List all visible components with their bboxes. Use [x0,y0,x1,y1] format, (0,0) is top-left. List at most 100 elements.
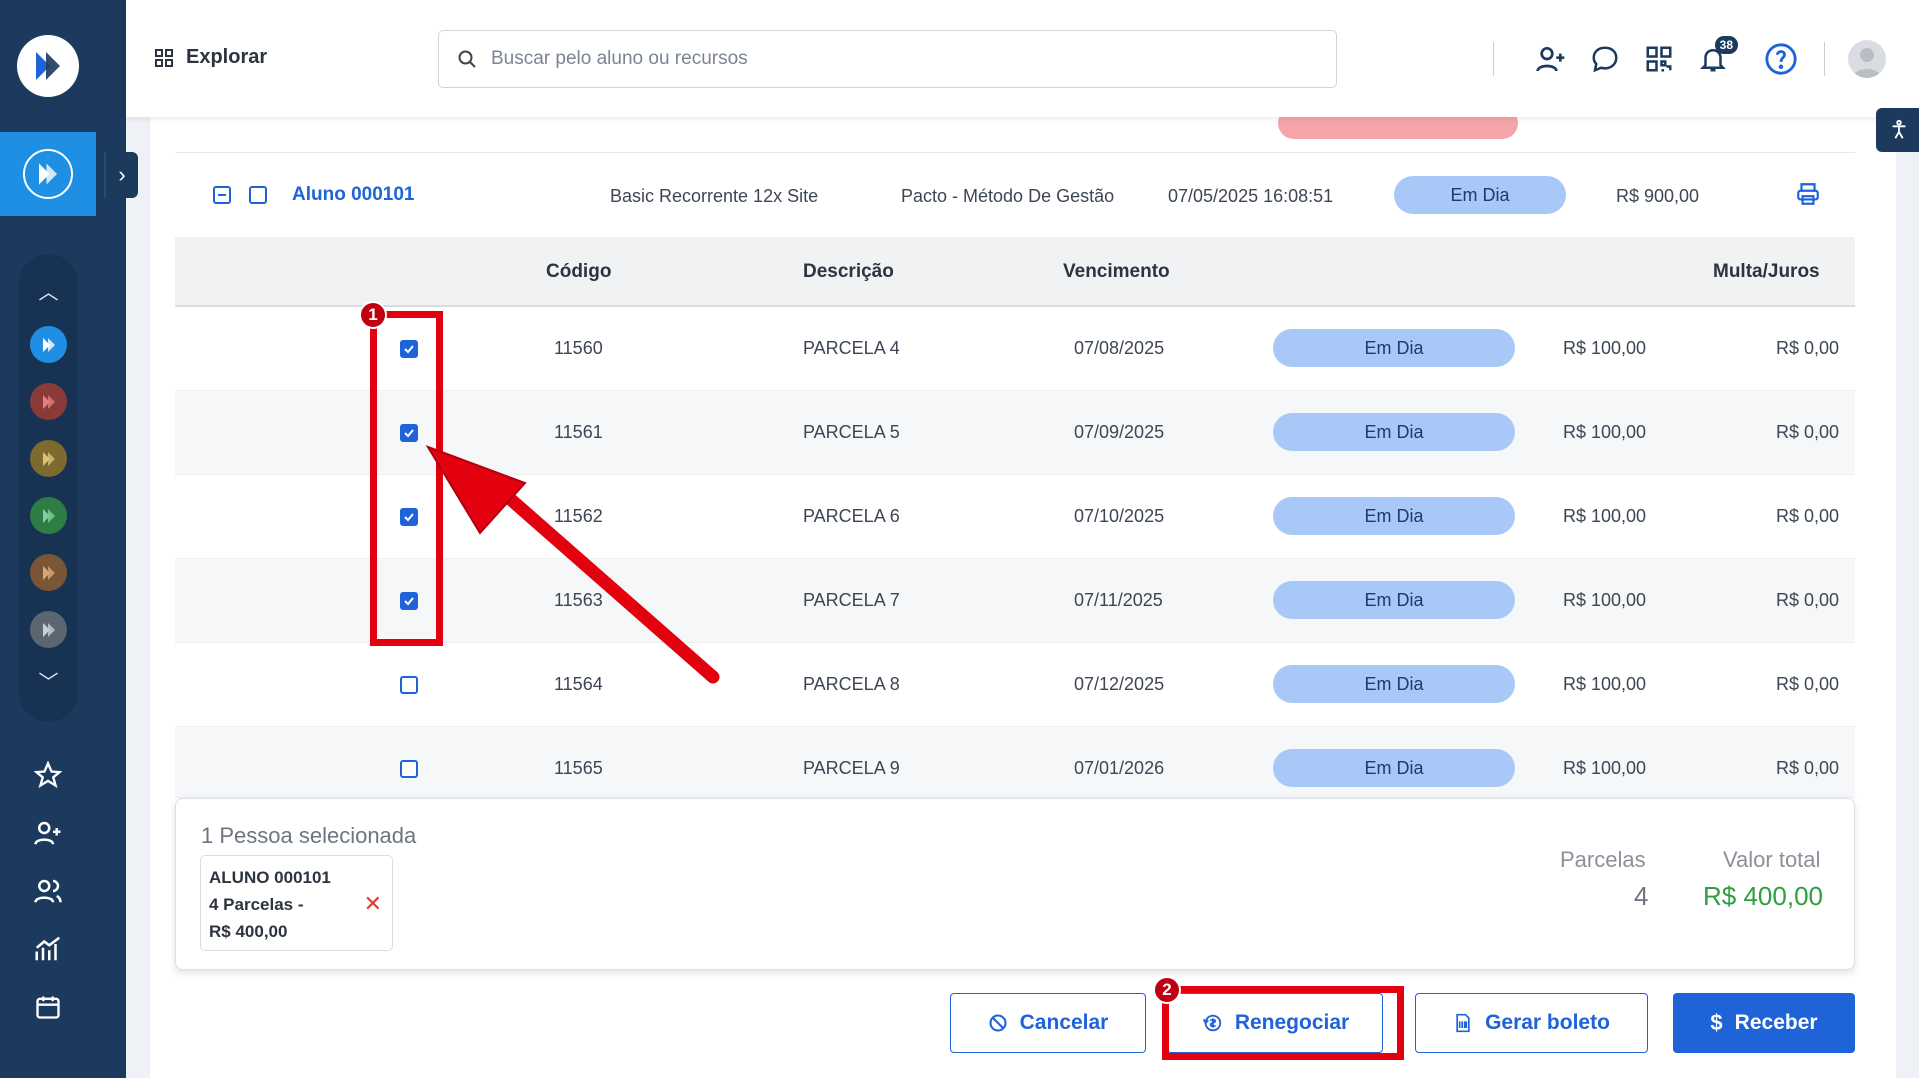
unit-gray[interactable] [30,611,67,648]
explorar-label: Explorar [186,46,268,68]
star-icon[interactable] [28,755,68,795]
search-input[interactable] [491,48,1291,70]
row-status-badge: Em Dia [1273,497,1515,535]
col-codigo: Código [546,261,612,282]
app-logo[interactable] [17,35,79,97]
accessibility-button[interactable] [1876,108,1919,152]
unit-gold[interactable] [30,440,67,477]
row-status-badge: Em Dia [1273,665,1515,703]
module-icon [39,163,57,185]
receive-button[interactable]: $ Receber [1673,993,1855,1053]
row-status-badge: Em Dia [1273,749,1515,787]
row-descricao: PARCELA 8 [803,674,900,694]
qr-code-icon[interactable] [1640,40,1678,78]
annotation-step-2: 2 [1153,976,1181,1004]
student-datetime: 07/05/2025 16:08:51 [1168,186,1334,206]
selection-title: 1 Pessoa selecionada [201,823,417,848]
row-multa: R$ 0,00 [1776,590,1840,610]
accessibility-icon [1892,119,1906,139]
row-multa: R$ 0,00 [1776,422,1840,442]
student-select-checkbox[interactable] [249,186,267,204]
units-switcher: ︿ ﹀ [19,254,78,722]
unit-red[interactable] [30,383,67,420]
search-box [438,30,1337,88]
student-row: Aluno 000101 Basic Recorrente 12x Site P… [175,153,1855,237]
avatar[interactable] [1848,40,1886,78]
cancel-button[interactable]: Cancelar [950,993,1146,1053]
row-valor: R$ 100,00 [1563,506,1647,526]
generate-boleto-button[interactable]: Gerar boleto [1415,993,1648,1053]
table-row: 11565 PARCELA 9 07/01/2026 Em Dia R$ 100,00 R… [175,727,1855,798]
unit-brown[interactable] [30,554,67,591]
print-icon[interactable] [1795,181,1821,212]
row-checkbox[interactable] [400,760,418,778]
parcelas-value: 4 [1634,881,1649,911]
row-descricao: PARCELA 6 [803,506,900,526]
chevron-up-icon[interactable]: ︿ [19,276,78,305]
selected-student-chip: ALUNO 000101 4 Parcelas - R$ 400,00 ✕ [200,855,393,951]
row-valor: R$ 100,00 [1563,590,1647,610]
row-multa: R$ 0,00 [1776,338,1840,358]
student-name-link[interactable]: Aluno 000101 [292,184,415,206]
row-codigo: 11561 [554,422,603,442]
chart-icon[interactable] [28,929,68,969]
sidebar-expand-button[interactable]: › [104,152,138,198]
chip-parcelas: 4 Parcelas - [209,895,304,914]
row-codigo: 11564 [554,674,603,694]
users-icon[interactable] [28,871,68,911]
unit-green[interactable] [30,497,67,534]
annotation-box-checkboxes [370,311,443,646]
row-vencimento: 07/12/2025 [1074,674,1165,694]
annotation-step-1: 1 [359,301,387,329]
row-vencimento: 07/08/2025 [1074,338,1165,358]
add-user-icon[interactable] [28,813,68,853]
help-icon[interactable] [1762,40,1800,78]
row-vencimento: 07/11/2025 [1074,590,1163,610]
row-codigo: 11563 [554,590,603,610]
col-multa: Multa/Juros [1713,261,1820,282]
row-status-badge: Em Dia [1273,329,1515,367]
notifications-badge: 38 [1714,36,1738,54]
col-vencimento: Vencimento [1063,261,1170,282]
explorar-button[interactable]: Explorar [154,46,267,69]
row-codigo: 11560 [554,338,603,358]
row-descricao: PARCELA 4 [803,338,900,358]
row-vencimento: 07/09/2025 [1074,422,1165,442]
row-valor: R$ 100,00 [1563,674,1647,694]
unit-blue[interactable] [30,326,67,363]
row-descricao: PARCELA 9 [803,758,900,778]
remove-chip-icon[interactable]: ✕ [364,890,382,917]
row-valor: R$ 100,00 [1563,338,1647,358]
add-person-icon[interactable] [1532,40,1570,78]
chat-icon[interactable] [1586,40,1624,78]
student-plan: Basic Recorrente 12x Site [610,186,819,206]
chip-name: ALUNO 000101 [209,868,331,887]
annotation-box-renegotiate [1162,986,1404,1060]
row-valor: R$ 100,00 [1563,758,1647,778]
total-label: Valor total [1723,847,1821,872]
generate-boleto-label: Gerar boleto [1485,1011,1610,1034]
row-vencimento: 07/01/2026 [1074,758,1165,778]
table-header: Código Descrição Vencimento Multa/Juros [175,237,1855,307]
student-status-badge: Em Dia [1394,176,1566,214]
student-value: R$ 900,00 [1616,186,1700,206]
parcelas-label: Parcelas [1560,847,1646,872]
bell-icon[interactable]: 38 [1694,36,1738,78]
dollar-icon: $ [1710,1010,1723,1035]
collapse-checkbox[interactable] [213,186,231,204]
row-checkbox[interactable] [400,676,418,694]
row-multa: R$ 0,00 [1776,506,1840,526]
row-multa: R$ 0,00 [1776,674,1840,694]
row-valor: R$ 100,00 [1563,422,1647,442]
calendar-icon[interactable] [28,987,68,1027]
chevron-down-icon[interactable]: ﹀ [19,666,78,695]
sidebar-active-module[interactable] [0,132,96,216]
grid-icon [155,48,173,67]
row-descricao: PARCELA 5 [803,422,900,442]
previous-row [175,117,1855,153]
chip-value: R$ 400,00 [209,922,288,941]
row-codigo: 11565 [554,758,603,778]
top-header: Explorar 38 [126,0,1919,117]
row-status-badge: Em Dia [1273,413,1515,451]
row-codigo: 11562 [554,506,603,526]
